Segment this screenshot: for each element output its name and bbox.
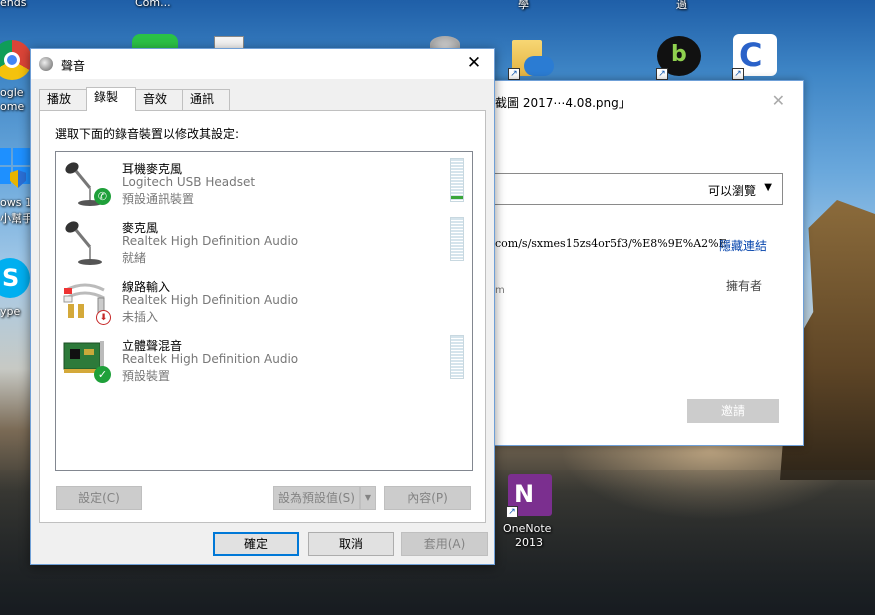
device-description: Logitech USB Headset xyxy=(122,175,256,189)
recording-panel: 選取下面的錄音裝置以修改其設定: ✆ 耳機麥克風 Logitech USB He… xyxy=(39,110,486,523)
onenote-label-2: 2013 xyxy=(515,536,543,549)
share-link-text[interactable]: com/s/sxmes15zs4or5f3/%E8%9E%A2%E xyxy=(495,237,727,250)
device-status: 預設通訊裝置 xyxy=(122,192,195,206)
properties-button[interactable]: 內容(P) xyxy=(384,486,471,510)
windows-helper-label-1: ows 1 xyxy=(0,196,32,209)
share-dialog-title: 截圖 2017⋯4.08.png」 xyxy=(495,96,631,110)
hide-link-button[interactable]: 隱藏連結 xyxy=(719,237,767,254)
device-list: ✆ 耳機麥克風 Logitech USB Headset 預設通訊裝置 麥克風 … xyxy=(55,151,473,471)
list-item-headset-microphone[interactable]: ✆ 耳機麥克風 Logitech USB Headset 預設通訊裝置 xyxy=(58,156,470,212)
tab-sounds[interactable]: 音效 xyxy=(135,89,183,110)
check-icon: ✓ xyxy=(94,366,111,383)
invite-button[interactable]: 邀請 xyxy=(687,399,779,423)
permission-dropdown-value: 可以瀏覽 xyxy=(707,184,756,198)
level-meter-fill xyxy=(451,196,463,199)
shortcut-arrow-icon: ↗ xyxy=(506,506,518,518)
device-status: 未插入 xyxy=(122,310,159,324)
skype-label: ype xyxy=(0,305,21,318)
set-default-dropdown-arrow[interactable]: ▼ xyxy=(360,486,376,510)
desktop-top-label-2: Com... xyxy=(135,0,171,9)
phone-icon: ✆ xyxy=(94,188,111,205)
dialog-title: 聲音 xyxy=(61,59,86,73)
shortcut-arrow-icon: ↗ xyxy=(508,68,520,80)
onenote-label-1: OneNote xyxy=(503,522,552,535)
instruction-text: 選取下面的錄音裝置以修改其設定: xyxy=(55,127,240,141)
device-description: Realtek High Definition Audio xyxy=(122,234,299,248)
chevron-down-icon: ▼ xyxy=(764,182,772,193)
cancel-button[interactable]: 取消 xyxy=(308,532,394,556)
list-item-stereo-mix[interactable]: ✓ 立體聲混音 Realtek High Definition Audio 預設… xyxy=(58,333,470,389)
desktop-top-label-4: 過 xyxy=(676,0,687,11)
chrome-label-1: ogle xyxy=(0,86,24,99)
level-meter xyxy=(450,335,464,379)
microphone-icon xyxy=(65,221,102,265)
ok-button[interactable]: 確定 xyxy=(213,532,299,556)
list-item-line-in[interactable]: ⬇ 線路輸入 Realtek High Definition Audio 未插入 xyxy=(58,274,470,330)
tab-playback[interactable]: 播放 xyxy=(39,89,87,110)
apply-button[interactable]: 套用(A) xyxy=(401,532,488,556)
onenote-glyph: N xyxy=(514,480,535,508)
unplugged-icon: ⬇ xyxy=(96,310,111,325)
level-meter xyxy=(450,217,464,261)
device-description: Realtek High Definition Audio xyxy=(122,352,299,366)
set-default-button[interactable]: 設為預設值(S) xyxy=(273,486,360,510)
device-status: 預設裝置 xyxy=(122,369,171,383)
share-partial-text: m xyxy=(495,285,505,296)
device-status: 就緒 xyxy=(122,251,147,265)
owner-label: 擁有者 xyxy=(726,279,763,293)
list-item-microphone[interactable]: 麥克風 Realtek High Definition Audio 就緒 xyxy=(58,215,470,271)
close-icon[interactable]: ✕ xyxy=(464,53,484,73)
desktop-top-label-1: ends xyxy=(0,0,27,9)
configure-button[interactable]: 設定(C) xyxy=(56,486,142,510)
device-description: Realtek High Definition Audio xyxy=(122,293,299,307)
tab-recording[interactable]: 錄製 xyxy=(86,87,136,111)
chrome-label-2: ome xyxy=(0,100,25,113)
shortcut-arrow-icon: ↗ xyxy=(656,68,668,80)
sound-dialog: 聲音 ✕ 播放 錄製 音效 通訊 選取下面的錄音裝置以修改其設定: ✆ 耳機麥克… xyxy=(30,48,495,565)
permission-dropdown[interactable]: 可以瀏覽 ▼ xyxy=(483,173,783,205)
share-dialog: 截圖 2017⋯4.08.png」 ✕ 可以瀏覽 ▼ com/s/sxmes15… xyxy=(482,80,804,446)
tab-communications[interactable]: 通訊 xyxy=(182,89,230,110)
share-close-icon[interactable]: ✕ xyxy=(772,91,785,110)
windows-helper-label-2: 小幫手 xyxy=(0,212,33,225)
onedrive-cloud-icon xyxy=(524,56,554,76)
desktop-top-label-3: 學 xyxy=(518,0,529,11)
title-bar[interactable]: 聲音 ✕ xyxy=(31,49,494,79)
speaker-icon xyxy=(39,57,53,71)
shortcut-arrow-icon: ↗ xyxy=(732,68,744,80)
level-meter xyxy=(450,158,464,202)
